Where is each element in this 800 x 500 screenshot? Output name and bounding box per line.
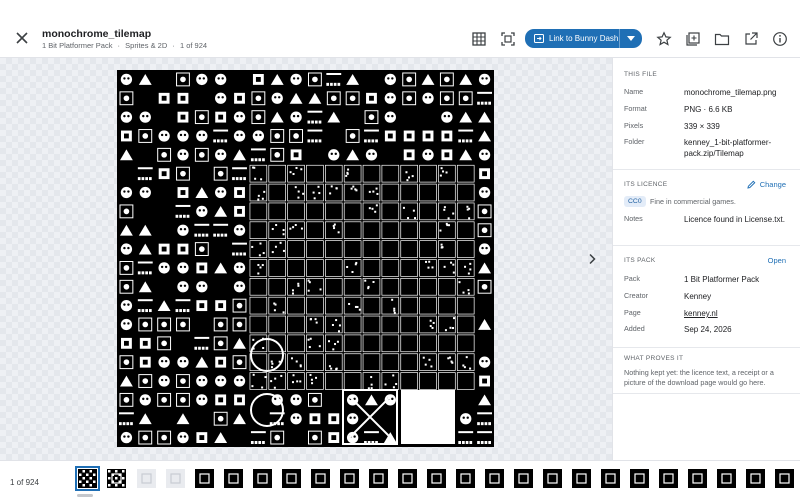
open-pack-label: Open [767, 256, 786, 265]
detail-key: Page [624, 308, 641, 317]
detail-value: 1 Bit Platformer Pack [684, 275, 760, 284]
thumbnail[interactable] [688, 469, 707, 488]
detail-value: monochrome_tilemap.png [684, 88, 777, 97]
detail-value: Kenney [684, 292, 712, 301]
thumbnail[interactable] [775, 469, 794, 488]
top-bar: monochrome_tilemap 1 Bit Platformer Pack… [0, 0, 800, 58]
open-pack-button[interactable]: Open [768, 256, 786, 265]
info-button[interactable] [772, 31, 788, 47]
thumbnail[interactable] [224, 469, 243, 488]
filmstrip: 1 of 924 [0, 460, 800, 500]
thumbnail[interactable] [572, 469, 591, 488]
fit-screen-icon [501, 32, 515, 46]
thumbnail[interactable] [311, 469, 330, 488]
thumbnail[interactable] [340, 469, 359, 488]
thumbnail[interactable] [195, 469, 214, 488]
subtitle-category: Sprites & 2D [125, 41, 168, 50]
subtitle-pack: 1 Bit Platformer Pack [42, 41, 113, 50]
tilemap-preview[interactable] [117, 70, 494, 447]
licence-section: ITS LICENCE Change CC0 Fine in commercia… [613, 170, 800, 246]
image-viewer [0, 58, 612, 460]
add-to-collection-button[interactable] [685, 31, 701, 47]
detail-value: kenney_1-bit-platformer-pack.zip/Tilemap [684, 138, 772, 158]
licence-badge: CC0 [624, 196, 646, 207]
subtitle-sep: · [117, 41, 121, 50]
detail-key: Added [624, 324, 645, 333]
section-heading: ITS PACK [624, 257, 656, 264]
thumbnail[interactable] [601, 469, 620, 488]
detail-key: Pixels [624, 121, 644, 130]
detail-key: Format [624, 104, 647, 113]
change-licence-button[interactable]: Change [747, 180, 786, 189]
show-in-folder-button[interactable] [714, 31, 730, 47]
this-file-section: THIS FILE Name monochrome_tilemap.png Fo… [613, 58, 800, 170]
next-image-button[interactable] [584, 251, 600, 267]
detail-value: 339 × 339 [684, 122, 720, 131]
thumbnail[interactable] [398, 469, 417, 488]
chevron-right-icon [589, 253, 596, 265]
file-subtitle: 1 Bit Platformer Pack · Sprites & 2D · 1… [42, 41, 210, 50]
thumbnail[interactable] [369, 469, 388, 488]
section-heading: ITS LICENCE [624, 181, 668, 188]
detail-value: PNG · 6.6 KB [684, 105, 733, 114]
thumbnail[interactable] [75, 466, 100, 491]
thumbnail[interactable] [107, 469, 126, 488]
detail-key: Creator [624, 291, 648, 300]
detail-key: Folder [624, 137, 645, 146]
collection-icon [686, 32, 700, 46]
detail-key: Name [624, 87, 644, 96]
thumbnail[interactable] [514, 469, 533, 488]
subtitle-sep: · [172, 41, 175, 50]
fit-screen-button[interactable] [500, 31, 516, 47]
favorite-button[interactable] [656, 31, 672, 47]
link-icon [534, 34, 544, 43]
link-to-game-button[interactable]: Link to Bunny Dash [525, 29, 642, 48]
section-heading: WHAT PROVES IT [624, 355, 684, 362]
open-external-icon [745, 32, 758, 45]
detail-value: Sep 24, 2026 [684, 325, 732, 334]
close-button[interactable] [13, 30, 31, 48]
link-dropdown-toggle[interactable] [620, 29, 642, 48]
thumbnail[interactable] [485, 469, 504, 488]
detail-key: Pack [624, 274, 640, 283]
filmstrip-scrollbar[interactable] [77, 494, 93, 497]
thumbnail[interactable] [456, 469, 475, 488]
section-heading: THIS FILE [624, 71, 658, 78]
open-external-button[interactable] [743, 31, 759, 47]
details-panel: THIS FILE Name monochrome_tilemap.png Fo… [612, 58, 800, 460]
grid-icon [472, 32, 486, 46]
thumbnail[interactable] [166, 469, 185, 488]
thumbnail[interactable] [659, 469, 678, 488]
thumbnail[interactable] [630, 469, 649, 488]
thumbnail[interactable] [543, 469, 562, 488]
licence-summary: Fine in commercial games. [650, 197, 736, 206]
detail-value: Licence found in License.txt. [684, 215, 785, 224]
thumbnail[interactable] [746, 469, 765, 488]
link-button-label: Link to Bunny Dash [549, 34, 619, 43]
close-icon [16, 32, 28, 44]
filmstrip-counter: 1 of 924 [10, 478, 39, 487]
pack-section: ITS PACK Open Pack 1 Bit Platformer Pack… [613, 246, 800, 348]
info-icon [773, 32, 787, 46]
thumbnail[interactable] [253, 469, 272, 488]
change-licence-label: Change [759, 180, 786, 189]
proof-empty-text: Nothing kept yet: the licence text, a re… [624, 368, 774, 387]
grid-view-button[interactable] [471, 31, 487, 47]
thumbnail[interactable] [137, 469, 156, 488]
star-icon [656, 31, 672, 46]
thumbnail[interactable] [717, 469, 736, 488]
proof-section: WHAT PROVES IT Nothing kept yet: the lic… [613, 348, 800, 394]
folder-icon [714, 33, 730, 46]
detail-key: Notes [624, 214, 643, 223]
chevron-down-icon [627, 36, 635, 41]
pencil-icon [747, 180, 756, 189]
subtitle-position: 1 of 924 [179, 41, 208, 50]
file-title: monochrome_tilemap [42, 28, 152, 40]
pack-page-link[interactable]: kenney.nl [684, 308, 794, 319]
thumbnail[interactable] [427, 469, 446, 488]
thumbnail[interactable] [282, 469, 301, 488]
